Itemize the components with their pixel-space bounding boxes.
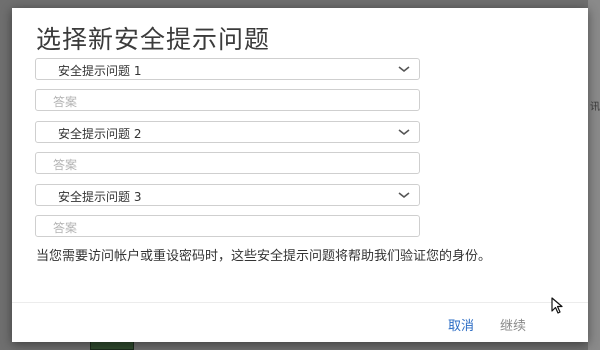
security-answer-3-input[interactable]: 答案: [35, 215, 420, 237]
security-answer-1-input[interactable]: 答案: [35, 89, 420, 111]
answer-placeholder: 答案: [53, 221, 78, 235]
dialog-title: 选择新安全提示问题: [36, 25, 271, 54]
security-answer-2-input[interactable]: 答案: [35, 152, 420, 174]
select-label: 安全提示问题 2: [58, 127, 142, 141]
chevron-down-icon: [398, 129, 410, 136]
select-label: 安全提示问题 1: [58, 64, 142, 78]
background-text-fragment: 讯: [590, 102, 600, 113]
security-hint-text: 当您需要访问帐户或重设密码时，这些安全提示问题将帮助我们验证您的身份。: [36, 249, 492, 264]
select-label: 安全提示问题 3: [58, 190, 142, 204]
chevron-down-icon: [398, 192, 410, 199]
answer-placeholder: 答案: [53, 158, 78, 172]
background-window: 讯: [588, 0, 600, 350]
security-question-1-select[interactable]: 安全提示问题 1: [35, 58, 420, 80]
security-question-3-select[interactable]: 安全提示问题 3: [35, 184, 420, 206]
dialog-footer: 取消 继续: [12, 302, 588, 342]
mouse-pointer-icon: [551, 297, 563, 314]
chevron-down-icon: [398, 66, 410, 73]
answer-placeholder: 答案: [53, 95, 78, 109]
cancel-button[interactable]: 取消: [448, 315, 474, 334]
security-questions-dialog: 选择新安全提示问题 安全提示问题 1 答案 安全提示问题 2 答案 安全提示问题…: [12, 8, 588, 342]
continue-button[interactable]: 继续: [500, 315, 526, 334]
security-question-2-select[interactable]: 安全提示问题 2: [35, 121, 420, 143]
